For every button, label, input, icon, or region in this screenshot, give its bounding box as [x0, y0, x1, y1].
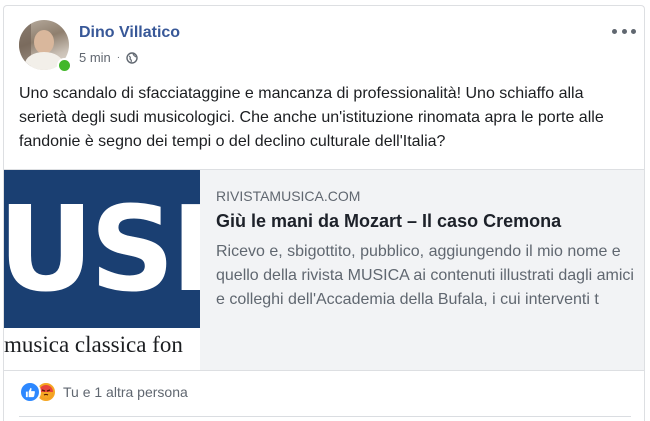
reactions-bar: Tu e 1 altra persona	[19, 381, 188, 403]
reactions-summary[interactable]: Tu e 1 altra persona	[63, 384, 188, 400]
post-text: Uno scandalo di sfacciataggine e mancanz…	[19, 85, 604, 150]
avatar[interactable]	[19, 20, 72, 73]
post-card: Dino Villatico 5 min · Uno scandalo di s…	[3, 5, 645, 421]
author-name[interactable]: Dino Villatico	[79, 24, 180, 42]
link-domain: RIVISTAMUSICA.COM	[216, 188, 361, 204]
post-meta: 5 min ·	[79, 50, 138, 65]
divider	[19, 416, 631, 417]
like-icon[interactable]	[19, 381, 41, 403]
online-status-indicator	[57, 58, 72, 73]
more-options-icon[interactable]	[612, 24, 636, 38]
link-preview[interactable]: USIC musica classica fon RIVISTAMUSICA.C…	[4, 169, 644, 371]
link-title[interactable]: Giù le mani da Mozart – Il caso Cremona	[216, 211, 636, 232]
link-thumbnail[interactable]: USIC musica classica fon	[4, 170, 200, 370]
globe-icon[interactable]	[126, 51, 138, 64]
post-timestamp[interactable]: 5 min	[79, 50, 111, 65]
thumbnail-subtext: musica classica fon	[4, 332, 183, 357]
meta-separator: ·	[116, 52, 121, 63]
link-description: Ricevo e, sbigottito, pubblico, aggiunge…	[216, 243, 634, 308]
thumbnail-logo-text: USIC	[4, 180, 200, 318]
link-preview-body[interactable]: RIVISTAMUSICA.COM Giù le mani da Mozart …	[216, 188, 636, 312]
